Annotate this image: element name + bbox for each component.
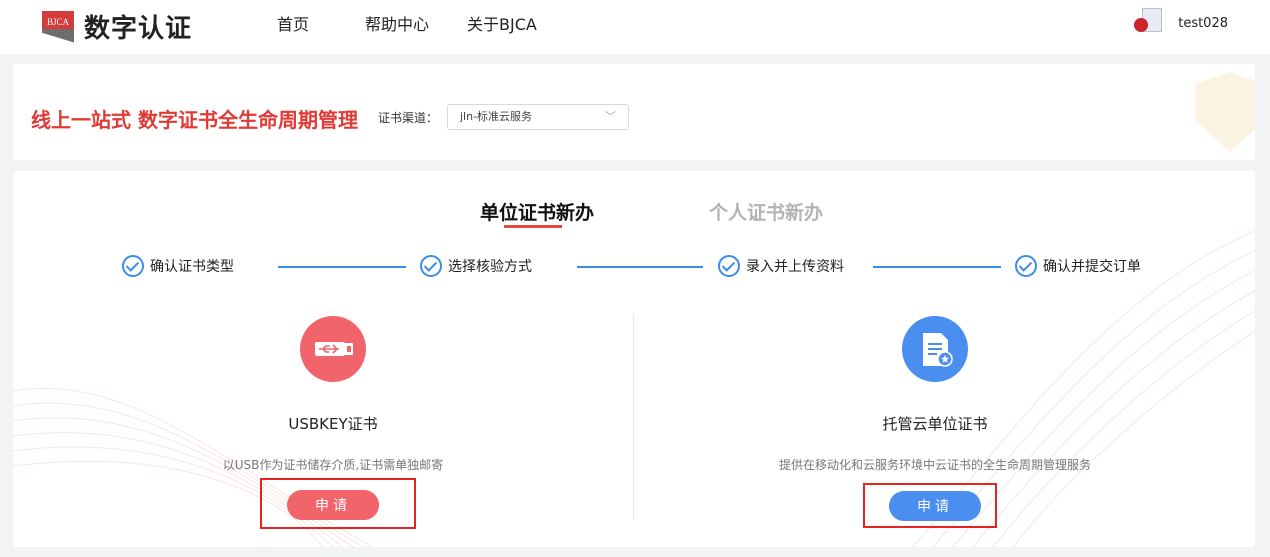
product-name-cloud-cert: 托管云单位证书 bbox=[882, 415, 988, 433]
chevron-down-icon: ﹀ bbox=[605, 110, 616, 123]
step-connector bbox=[577, 266, 703, 268]
banner-title: 线上一站式 数字证书全生命周期管理 bbox=[31, 108, 358, 132]
nav-home[interactable]: 首页 bbox=[277, 0, 309, 50]
logo-text: 数字认证 bbox=[84, 14, 193, 44]
step-label: 录入并上传资料 bbox=[746, 259, 844, 275]
step-confirm-type: 确认证书类型 bbox=[122, 255, 234, 277]
step-connector bbox=[278, 266, 406, 268]
shield-watermark-icon bbox=[1195, 72, 1255, 152]
channel-value: jln-标准云服务 bbox=[460, 110, 533, 123]
check-circle-icon bbox=[1015, 255, 1037, 277]
channel-select[interactable]: jln-标准云服务 ﹀ bbox=[447, 104, 629, 130]
certificate-application-card: 单位证书新办 个人证书新办 确认证书类型 选择核验方式 录入并上传资料 确认并提… bbox=[13, 171, 1255, 547]
logo-mark-icon: BJCA bbox=[42, 10, 74, 43]
step-label: 确认并提交订单 bbox=[1043, 259, 1141, 275]
step-upload-info: 录入并上传资料 bbox=[718, 255, 844, 277]
background-wave-decoration bbox=[13, 230, 1255, 547]
product-divider bbox=[633, 314, 634, 520]
user-avatar-icon bbox=[1134, 8, 1164, 38]
step-select-verification: 选择核验方式 bbox=[420, 255, 532, 277]
user-menu[interactable]: test028 bbox=[1134, 8, 1228, 38]
step-connector bbox=[873, 266, 1001, 268]
check-circle-icon bbox=[420, 255, 442, 277]
product-desc-cloud-cert: 提供在移动化和云服务环境中云证书的全生命周期管理服务 bbox=[778, 458, 1091, 472]
tab-active-indicator bbox=[504, 225, 562, 228]
product-name-usbkey: USBKEY证书 bbox=[288, 415, 378, 433]
usb-key-icon bbox=[300, 316, 366, 382]
nav-help-center[interactable]: 帮助中心 bbox=[365, 0, 429, 50]
apply-cloud-cert-button[interactable]: 申请 bbox=[889, 491, 981, 521]
step-label: 选择核验方式 bbox=[448, 259, 532, 275]
check-circle-icon bbox=[718, 255, 740, 277]
product-desc-usbkey: 以USB作为证书储存介质,证书需单独邮寄 bbox=[222, 458, 444, 472]
tab-unit-certificate[interactable]: 单位证书新办 bbox=[480, 198, 594, 225]
step-label: 确认证书类型 bbox=[150, 259, 234, 275]
document-certificate-icon bbox=[902, 316, 968, 382]
channel-label: 证书渠道： bbox=[378, 111, 439, 125]
top-navigation-bar: BJCA 数字认证 首页 帮助中心 关于BJCA test028 bbox=[0, 0, 1270, 54]
tab-personal-certificate[interactable]: 个人证书新办 bbox=[709, 198, 823, 225]
username: test028 bbox=[1178, 15, 1228, 31]
check-circle-icon bbox=[122, 255, 144, 277]
banner: 线上一站式 数字证书全生命周期管理 证书渠道： jln-标准云服务 ﹀ bbox=[13, 64, 1255, 160]
apply-usbkey-button[interactable]: 申请 bbox=[287, 490, 379, 520]
nav-about-bjca[interactable]: 关于BJCA bbox=[467, 0, 537, 50]
step-submit-order: 确认并提交订单 bbox=[1015, 255, 1141, 277]
bjca-logo[interactable]: BJCA 数字认证 bbox=[42, 8, 192, 45]
